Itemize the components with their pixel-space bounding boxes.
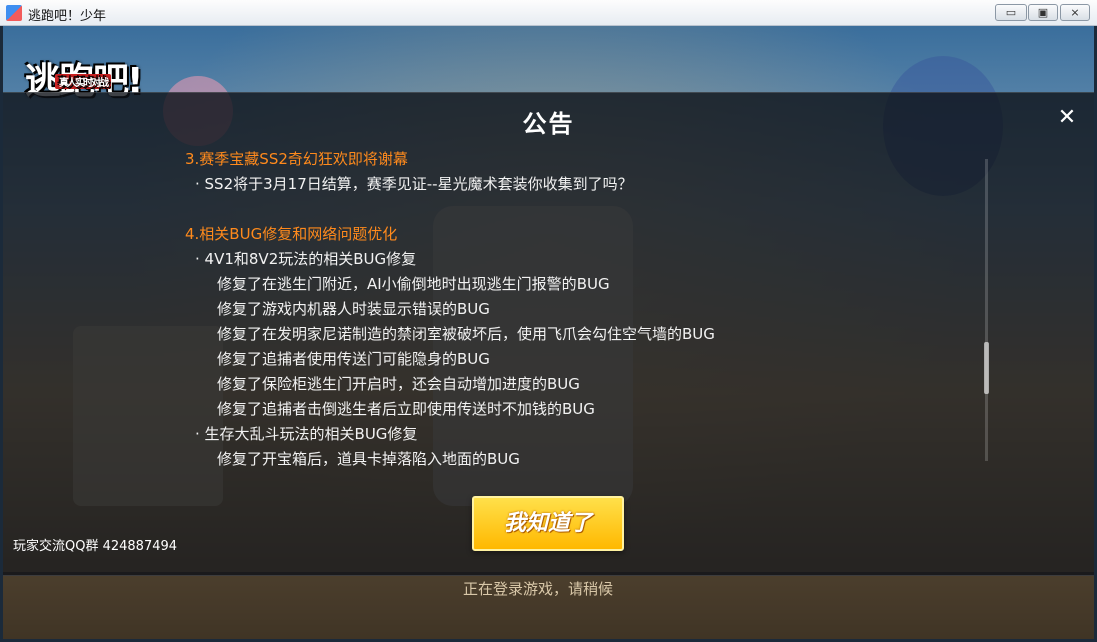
notice-heading: 3.赛季宝藏SS2奇幻狂欢即将谢幕 bbox=[185, 150, 408, 168]
notice-bullet: · SS2将于3月17日结算，赛季见证--星光魔术套装你收集到了吗？ bbox=[195, 175, 633, 193]
minimize-button[interactable]: ▭ bbox=[995, 4, 1027, 21]
logo-subtitle: 真人实时对战 bbox=[55, 74, 111, 89]
notice-item: 修复了追捕者击倒逃生者后立即使用传送时不加钱的BUG bbox=[217, 400, 595, 418]
qq-group-text: 玩家交流QQ群 424887494 bbox=[13, 539, 178, 554]
notice-item: 修复了游戏内机器人时装显示错误的BUG bbox=[217, 300, 490, 318]
notice-item: 修复了在发明家尼诺制造的禁闭室被破坏后，使用飞爪会勾住空气墙的BUG bbox=[217, 325, 715, 343]
close-window-button[interactable]: ⨯ bbox=[1060, 4, 1090, 21]
close-icon[interactable]: ✕ bbox=[1055, 106, 1079, 130]
notice-title: 公告 bbox=[522, 110, 575, 138]
notice-item: 修复了追捕者使用传送门可能隐身的BUG bbox=[217, 350, 490, 368]
window-titlebar: 逃跑吧！少年 ▭ ▣ ⨯ bbox=[0, 0, 1097, 26]
notice-item: 修复了在逃生门附近，AI小偷倒地时出现逃生门报警的BUG bbox=[217, 275, 610, 293]
window-title: 逃跑吧！少年 bbox=[28, 9, 107, 24]
notice-content[interactable]: 3.赛季宝藏SS2奇幻狂欢即将谢幕 · SS2将于3月17日结算，赛季见证--星… bbox=[185, 144, 975, 466]
loading-text: 正在登录游戏，请稍候 bbox=[463, 580, 614, 598]
notice-bullet: · 生存大乱斗玩法的相关BUG修复 bbox=[195, 425, 418, 443]
confirm-button[interactable]: 我知道了 bbox=[472, 496, 624, 551]
scrollbar-track[interactable] bbox=[985, 159, 988, 461]
notice-bullet: · 4V1和8V2玩法的相关BUG修复 bbox=[195, 250, 417, 268]
notice-item: 修复了保险柜逃生门开启时，还会自动增加进度的BUG bbox=[217, 375, 580, 393]
scrollbar-thumb[interactable] bbox=[984, 342, 989, 394]
app-icon bbox=[6, 5, 22, 21]
game-viewport: 逃跑吧! 真人实时对战 正在登录游戏，请稍候 公告 ✕ 3.赛季宝藏SS2奇幻狂… bbox=[3, 26, 1094, 639]
notice-heading: 4.相关BUG修复和网络问题优化 bbox=[185, 225, 398, 243]
notice-item: 修复了开宝箱后，道具卡掉落陷入地面的BUG bbox=[217, 450, 520, 466]
restore-button[interactable]: ▣ bbox=[1028, 4, 1058, 21]
